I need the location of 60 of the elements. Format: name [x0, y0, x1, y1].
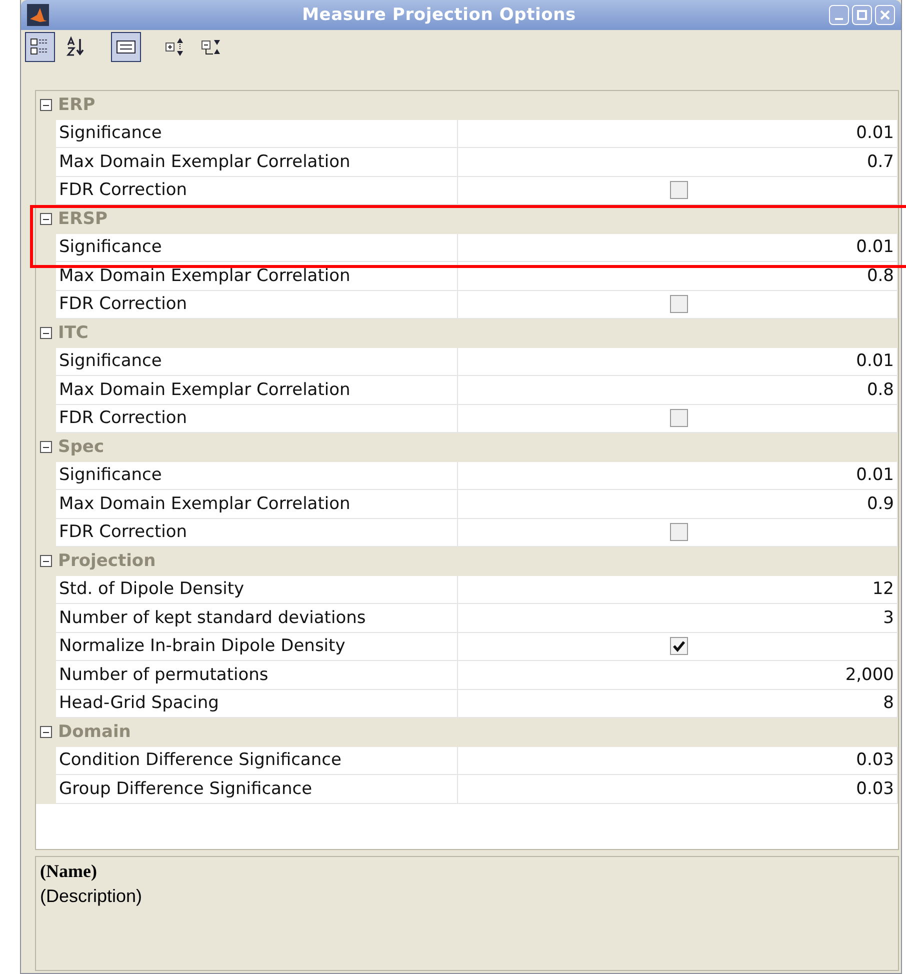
collapse-toggle[interactable] — [40, 726, 52, 738]
property-value[interactable]: 0.01 — [458, 120, 898, 148]
checkbox[interactable] — [670, 295, 688, 314]
description-name: (Name) — [40, 861, 98, 882]
maximize-icon — [856, 10, 867, 20]
description-icon — [116, 40, 136, 54]
collapse-toggle[interactable] — [40, 441, 52, 454]
property-label: Max Domain Exemplar Correlation — [56, 148, 458, 176]
property-label: Number of kept standard deviations — [56, 604, 458, 632]
property-label: Normalize In-brain Dipole Density — [56, 632, 458, 661]
categorized-icon — [30, 37, 50, 57]
property-label: FDR Correction — [56, 176, 458, 205]
property-label: Max Domain Exemplar Correlation — [56, 376, 458, 404]
row-gutter — [36, 176, 56, 205]
property-value[interactable]: 0.03 — [458, 746, 898, 775]
close-icon — [880, 10, 890, 20]
group-header: Projection — [58, 551, 156, 572]
property-value[interactable]: 3 — [458, 604, 898, 632]
toolbar-button[interactable] — [25, 32, 55, 62]
property-label: Significance — [56, 234, 458, 262]
checkmark-icon — [673, 640, 685, 652]
group-header: ITC — [58, 323, 88, 344]
property-value[interactable]: 0.9 — [458, 490, 898, 518]
app-logo-icon — [27, 4, 49, 26]
minimize-icon — [834, 18, 843, 20]
window-title: Measure Projection Options — [302, 5, 576, 25]
sort-az-icon — [66, 36, 86, 58]
group-header: Domain — [58, 722, 131, 742]
property-label: Significance — [56, 348, 458, 376]
property-label: Significance — [56, 120, 458, 148]
checkbox[interactable] — [670, 523, 688, 542]
property-value[interactable]: 0.8 — [458, 262, 898, 290]
property-value[interactable]: 0.03 — [458, 775, 898, 804]
collapse-toggle[interactable] — [40, 555, 52, 568]
collapse-toggle[interactable] — [40, 327, 52, 340]
row-gutter — [36, 775, 56, 804]
collapse-toggle[interactable] — [40, 213, 52, 226]
property-label: Std. of Dipole Density — [56, 576, 458, 604]
group-header: Spec — [58, 437, 104, 458]
group-header: ERP — [58, 95, 96, 116]
property-label: Group Difference Significance — [56, 775, 458, 804]
property-label: Significance — [56, 462, 458, 490]
property-value[interactable]: 2,000 — [458, 661, 898, 690]
property-label: Max Domain Exemplar Correlation — [56, 490, 458, 518]
checkbox[interactable] — [670, 637, 688, 656]
checkbox[interactable] — [670, 409, 688, 428]
property-value[interactable]: 0.01 — [458, 348, 898, 376]
toolbar-button[interactable] — [111, 32, 141, 62]
property-value[interactable]: 0.7 — [458, 148, 898, 176]
property-value[interactable]: 12 — [458, 576, 898, 604]
property-label: Number of permutations — [56, 661, 458, 690]
checkbox[interactable] — [670, 181, 688, 200]
property-label: Max Domain Exemplar Correlation — [56, 262, 458, 290]
property-value[interactable]: 0.01 — [458, 234, 898, 262]
property-value[interactable]: 0.8 — [458, 376, 898, 404]
property-value[interactable]: 0.01 — [458, 462, 898, 490]
collapse-toggle[interactable] — [40, 99, 52, 112]
property-label: Condition Difference Significance — [56, 746, 458, 775]
group-header: ERSP — [58, 209, 108, 230]
description-text: (Description) — [40, 886, 144, 907]
